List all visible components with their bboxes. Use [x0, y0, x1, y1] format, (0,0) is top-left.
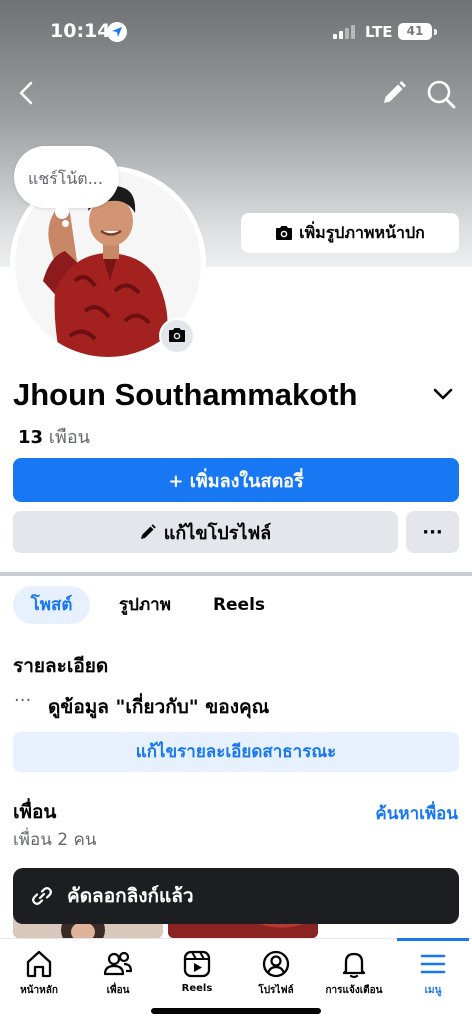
add-cover-photo-label: เพิ่มรูปภาพหน้าปก: [299, 222, 425, 242]
pencil-icon: [140, 524, 156, 539]
nav-notifications-label: การแจ้งเตือน: [325, 985, 383, 996]
status-bar: 10:14 LTE 41: [0, 0, 472, 62]
network-label: LTE: [365, 23, 393, 41]
share-note-bubble[interactable]: แชร์โน้ต...: [14, 146, 119, 208]
details-title: รายละเอียด: [13, 655, 109, 677]
friends-count-text: เพื่อน 2 คน: [13, 830, 97, 850]
note-bubble-tail: [55, 205, 69, 219]
nav-profile[interactable]: โปรไฟล์: [237, 946, 315, 1002]
nav-friends-label: เพื่อน: [106, 985, 130, 996]
add-to-story-button[interactable]: + เพิ่มลงในสตอรี่: [13, 458, 459, 502]
nav-menu[interactable]: เมนู: [394, 946, 472, 1002]
home-indicator[interactable]: [151, 1008, 321, 1014]
see-about-link[interactable]: ดูข้อมูล "เกี่ยวกับ" ของคุณ: [48, 692, 269, 722]
profile-icon: [262, 950, 290, 978]
link-copied-toast: คัดลอกลิงก์แล้ว: [13, 868, 459, 924]
friends-count-number: 13: [18, 427, 44, 448]
nav-reels[interactable]: Reels: [158, 946, 236, 1002]
signal-icon: [333, 25, 357, 39]
battery-tip: [434, 29, 437, 35]
camera-icon: [276, 226, 293, 240]
link-icon: [32, 887, 52, 905]
add-to-story-label: + เพิ่มลงในสตอรี่: [168, 470, 304, 492]
tab-photos[interactable]: รูปภาพ: [100, 586, 190, 624]
nav-home-label: หน้าหลัก: [20, 985, 58, 996]
nav-profile-label: โปรไฟล์: [258, 985, 294, 996]
nav-home[interactable]: หน้าหลัก: [0, 946, 78, 1002]
pencil-icon[interactable]: [379, 78, 409, 108]
change-avatar-camera-icon[interactable]: [159, 318, 195, 354]
note-bubble-tail-small: [62, 220, 69, 227]
profile-name: Jhoun Southammakoth: [13, 377, 358, 412]
nav-reels-label: Reels: [181, 983, 213, 994]
more-options-icon: ···: [422, 521, 443, 543]
nav-friends[interactable]: เพื่อน: [79, 946, 157, 1002]
edit-profile-button[interactable]: แก้ไขโปรไฟล์: [13, 511, 398, 553]
friends-icon: [103, 951, 133, 976]
more-dots-icon: ···: [14, 690, 32, 711]
tab-reels[interactable]: Reels: [200, 586, 278, 624]
search-icon[interactable]: [425, 78, 457, 110]
location-arrow-icon: [107, 22, 127, 42]
add-cover-photo-button[interactable]: เพิ่มรูปภาพหน้าปก: [241, 213, 459, 253]
edit-public-details-button[interactable]: แก้ไขรายละเอียดสาธารณะ: [13, 732, 459, 772]
nav-notifications[interactable]: การแจ้งเตือน: [315, 946, 393, 1002]
more-options-button[interactable]: ···: [406, 511, 459, 553]
battery-icon: 41: [398, 23, 432, 40]
active-tab-indicator: [397, 938, 469, 941]
battery-level: 41: [406, 24, 424, 38]
find-friends-link[interactable]: ค้นหาเพื่อน: [375, 800, 458, 827]
friends-count[interactable]: 13 เพือน: [18, 422, 90, 451]
section-divider: [0, 572, 472, 576]
toast-message: คัดลอกลิงก์แล้ว: [67, 885, 194, 907]
home-icon: [26, 950, 52, 978]
edit-profile-label: แก้ไขโปรไฟล์: [163, 522, 272, 544]
reels-icon: [183, 950, 211, 978]
note-placeholder: แชร์โน้ต...: [28, 169, 103, 188]
friends-section-title: เพื่อน: [13, 801, 57, 823]
bell-icon: [342, 952, 366, 979]
nav-menu-label: เมนู: [424, 985, 442, 996]
menu-icon: [420, 954, 446, 974]
back-icon[interactable]: [12, 78, 42, 108]
status-time: 10:14: [50, 20, 111, 42]
friends-count-label: เพือน: [48, 427, 90, 448]
chevron-down-icon[interactable]: [430, 384, 456, 404]
tab-posts[interactable]: โพสต์: [13, 586, 90, 624]
